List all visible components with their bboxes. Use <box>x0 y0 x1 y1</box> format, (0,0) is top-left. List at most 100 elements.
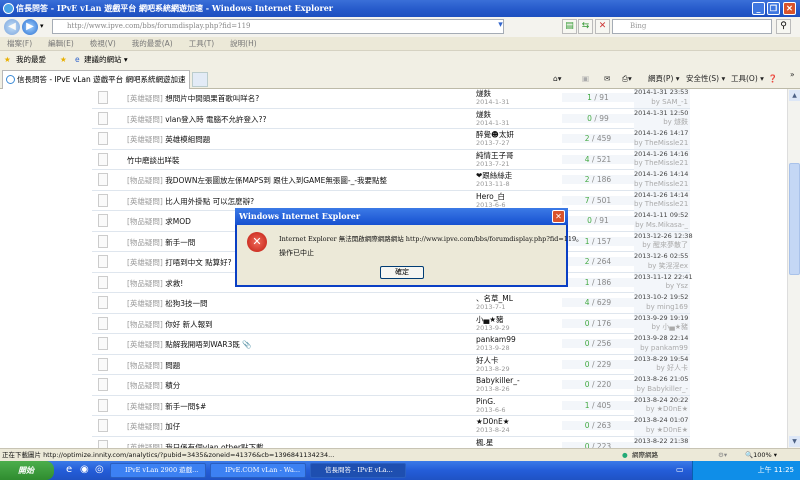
thread-title-link[interactable]: 新手一問$# <box>165 402 206 411</box>
thread-author[interactable]: 小▄★豬 <box>476 315 504 324</box>
page-menu[interactable]: 網頁(P) ▾ <box>648 72 680 86</box>
menu-help[interactable]: 說明(H) <box>230 39 257 48</box>
taskbar-item-3[interactable]: 信長問答 - IPvE vLa... <box>310 463 406 478</box>
last-post-by[interactable]: by TheMissle21 <box>634 180 688 188</box>
thread-title-link[interactable]: 打唔到中文 點算好? <box>165 258 231 267</box>
last-post-time[interactable]: 2014-1-26 14:16 <box>634 150 688 158</box>
address-input[interactable]: http://www.ipve.com/bbs/forumdisplay.php… <box>52 19 504 34</box>
taskbar-item-1[interactable]: IPvE vLan 2900 遊戲... <box>110 463 206 478</box>
new-tab-button[interactable] <box>192 72 208 87</box>
tab-current[interactable]: 信長問答 - IPvE vLan 遊戲平台 網吧系統網遊加速 <box>2 70 190 89</box>
last-post-time[interactable]: 2013-8-22 21:38 <box>634 437 688 445</box>
stop-icon[interactable]: ✕ <box>595 19 610 34</box>
favorites-button[interactable]: 我的最愛 <box>16 51 46 68</box>
show-desktop-icon[interactable]: ▭ <box>676 465 684 474</box>
menu-edit[interactable]: 編輯(E) <box>48 39 74 48</box>
home-icon[interactable]: ⌂▾ <box>553 72 562 86</box>
last-post-by[interactable]: by TheMissle21 <box>634 159 688 167</box>
thread-tag[interactable]: [物品疑問] <box>127 217 163 226</box>
compat-view-icon[interactable]: ▤ <box>562 19 577 34</box>
thread-author[interactable]: PinG. <box>476 397 495 406</box>
thread-title-link[interactable]: 松狗3技一問 <box>165 299 207 308</box>
last-post-by[interactable]: by 醒來夢散了 <box>642 241 688 249</box>
last-post-time[interactable]: 2013-8-24 01:07 <box>634 416 688 424</box>
quicklaunch-icon[interactable]: ◉ <box>80 464 89 475</box>
last-post-by[interactable]: by Ms.Mikasa-_ <box>635 221 688 229</box>
thread-author[interactable]: 燧麩 <box>476 110 491 119</box>
thread-tag[interactable]: [物品疑問] <box>127 176 163 185</box>
thread-author[interactable]: ❤跟絲絲走 <box>476 171 512 180</box>
last-post-time[interactable]: 2013-8-24 20:22 <box>634 396 688 404</box>
thread-title-link[interactable]: 我DOWN左張圖放左係MAPS到 跟住入到GAME無張圖-_-我要點整 <box>165 176 387 185</box>
thread-title-link[interactable]: 竹中磨談出咩裝 <box>127 156 180 165</box>
thread-title-link[interactable]: 點解我開唔到WAR3既 📎 <box>165 340 251 349</box>
ok-button[interactable]: 確定 <box>380 266 424 279</box>
last-post-time[interactable]: 2013-12-6 02:55 <box>634 252 688 260</box>
scroll-thumb[interactable] <box>789 163 800 275</box>
thread-author[interactable]: 好人卡 <box>476 356 499 365</box>
last-post-by[interactable]: by ★D0nE★ <box>646 426 688 434</box>
forward-button[interactable]: ▶ <box>22 19 38 35</box>
dialog-close-button[interactable]: ✕ <box>552 210 565 223</box>
zoom-level[interactable]: 🔍100% ▾ <box>745 449 777 461</box>
safety-menu[interactable]: 安全性(S) ▾ <box>686 72 725 86</box>
taskbar-item-2[interactable]: IPvE.COM vLan - Wa... <box>210 463 306 478</box>
last-post-time[interactable]: 2013-10-2 19:52 <box>634 293 688 301</box>
last-post-time[interactable]: 2013-9-28 22:14 <box>634 334 688 342</box>
last-post-by[interactable]: by 好人卡 <box>656 364 688 372</box>
restore-button[interactable]: ❐ <box>767 2 780 15</box>
thread-author[interactable]: Hero_白 <box>476 192 505 201</box>
last-post-time[interactable]: 2013-9-29 19:19 <box>634 314 688 322</box>
print-icon[interactable]: ⎙▾ <box>622 72 632 86</box>
thread-title-link[interactable]: 求救! <box>165 279 183 288</box>
thread-title-link[interactable]: vlan登入時 電腦不允許登入?? <box>165 115 266 124</box>
thread-tag[interactable]: [物品疑問] <box>127 238 163 247</box>
ie-quicklaunch-icon[interactable]: e <box>66 464 72 475</box>
suggested-sites-button[interactable]: 建議的網站 ▾ <box>84 51 128 68</box>
tools-menu[interactable]: 工具(O) ▾ <box>731 72 764 86</box>
thread-title-link[interactable]: 想問片中間頭果首歌叫咩名? <box>165 94 259 103</box>
thread-author[interactable]: pankam99 <box>476 335 516 344</box>
url-dropdown-icon[interactable]: ▾ <box>493 19 508 34</box>
thread-tag[interactable]: [英雄疑問] <box>127 135 163 144</box>
thread-author[interactable]: 楓.星 <box>476 438 493 447</box>
last-post-time[interactable]: 2014-1-26 14:14 <box>634 170 688 178</box>
more-icon[interactable]: » <box>790 68 795 82</box>
thread-tag[interactable]: [英雄疑問] <box>127 197 163 206</box>
thread-tag[interactable]: [英雄疑問] <box>127 94 163 103</box>
protected-mode-icon[interactable]: ⚙▾ <box>718 449 727 461</box>
scrollbar[interactable]: ▲ ▼ <box>787 89 800 448</box>
last-post-time[interactable]: 2014-1-26 14:17 <box>634 129 688 137</box>
menu-file[interactable]: 檔案(F) <box>7 39 32 48</box>
thread-title-link[interactable]: 求MOD <box>165 217 191 226</box>
last-post-time[interactable]: 2014-1-26 14:14 <box>634 191 688 199</box>
last-post-time[interactable]: 2013-12-26 12:38 <box>634 232 693 240</box>
last-post-time[interactable]: 2014-1-31 23:53 <box>634 89 688 96</box>
thread-tag[interactable]: [物品疑問] <box>127 381 163 390</box>
thread-tag[interactable]: [英雄疑問] <box>127 340 163 349</box>
thread-tag[interactable]: [英雄疑問] <box>127 115 163 124</box>
thread-tag[interactable]: [英雄疑問] <box>127 258 163 267</box>
refresh-icon[interactable]: ⇆ <box>578 19 593 34</box>
thread-author[interactable]: Babykiller_- <box>476 376 520 385</box>
thread-tag[interactable]: [英雄疑問] <box>127 299 163 308</box>
thread-tag[interactable]: [物品疑問] <box>127 279 163 288</box>
search-input[interactable]: Bing <box>612 19 772 34</box>
thread-title-link[interactable]: 問題 <box>165 361 180 370</box>
feeds-icon[interactable]: ▣ <box>582 72 589 86</box>
mail-icon[interactable]: ✉ <box>604 72 610 86</box>
history-dropdown-icon[interactable]: ▾ <box>40 22 44 30</box>
last-post-by[interactable]: by TheMissle21 <box>634 200 688 208</box>
last-post-by[interactable]: by ★D0nE★ <box>646 405 688 413</box>
thread-tag[interactable]: [英雄疑問] <box>127 402 163 411</box>
menu-tools[interactable]: 工具(T) <box>189 39 214 48</box>
close-button[interactable]: ✕ <box>783 2 796 15</box>
thread-author[interactable]: 純情王子哥 <box>476 151 514 160</box>
last-post-by[interactable]: by 笑淫淫ex <box>648 262 688 270</box>
last-post-by[interactable]: by TheMissle21 <box>634 139 688 147</box>
thread-title-link[interactable]: 積分 <box>165 381 180 390</box>
search-icon[interactable]: ⚲ <box>776 19 791 34</box>
thread-author[interactable]: ★D0nE★ <box>476 417 510 426</box>
thread-tag[interactable]: [物品疑問] <box>127 320 163 329</box>
scroll-down-icon[interactable]: ▼ <box>789 436 800 447</box>
